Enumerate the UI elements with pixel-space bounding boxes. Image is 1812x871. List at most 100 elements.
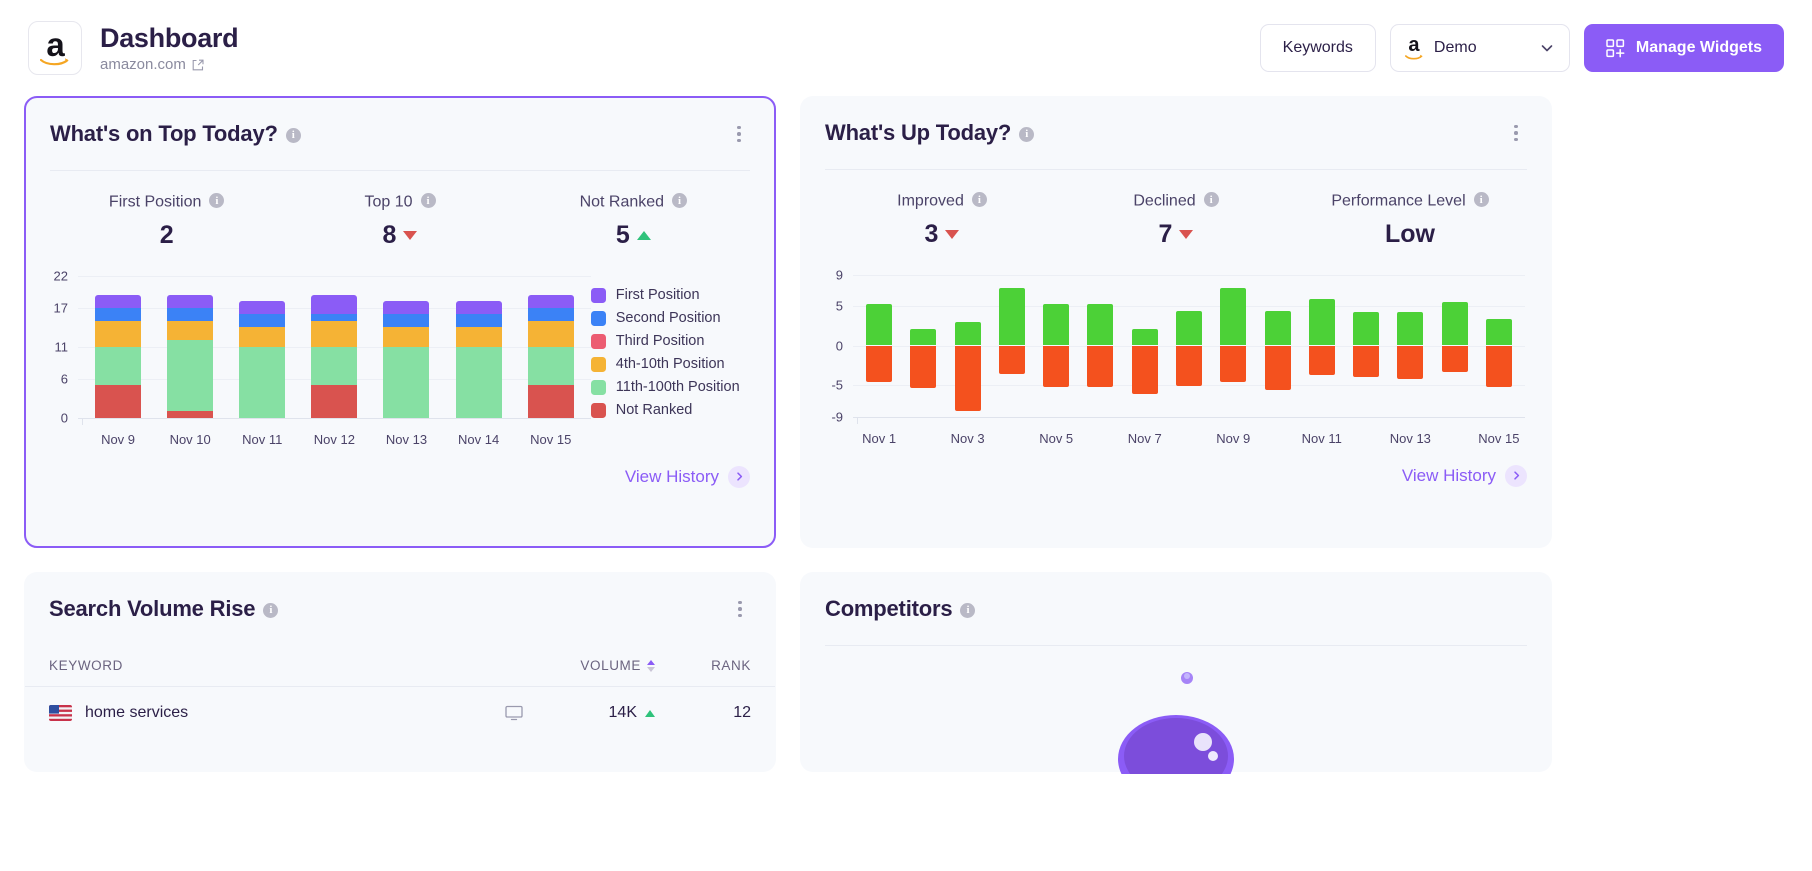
legend-item[interactable]: First Position xyxy=(590,284,756,307)
view-history-button[interactable]: View History xyxy=(1402,464,1527,487)
bar-declined[interactable] xyxy=(910,345,937,389)
bar-segment[interactable] xyxy=(383,314,430,328)
bar-declined[interactable] xyxy=(1397,345,1424,380)
bar-declined[interactable] xyxy=(1308,345,1335,375)
bar-segment[interactable] xyxy=(239,301,286,315)
bar-segment[interactable] xyxy=(239,346,286,418)
info-icon[interactable]: i xyxy=(971,192,987,207)
bar-column[interactable] xyxy=(946,275,990,417)
column-header-rank[interactable]: RANK xyxy=(655,658,751,673)
bar-declined[interactable] xyxy=(1131,345,1158,394)
bar-improved[interactable] xyxy=(1043,303,1070,346)
stacked-bar[interactable] xyxy=(527,294,574,418)
bar-segment[interactable] xyxy=(527,346,574,386)
bar-improved[interactable] xyxy=(1308,298,1335,346)
info-icon[interactable]: i xyxy=(420,193,436,208)
bar-column[interactable] xyxy=(1211,275,1255,417)
bar-segment[interactable] xyxy=(527,385,574,418)
bar-segment[interactable] xyxy=(311,346,358,386)
external-link-icon[interactable] xyxy=(192,59,204,71)
bar-segment[interactable] xyxy=(95,307,142,321)
bar-column[interactable] xyxy=(1477,275,1521,417)
bar-declined[interactable] xyxy=(1485,345,1512,387)
bar-column[interactable] xyxy=(154,276,226,418)
bar-segment[interactable] xyxy=(455,327,502,347)
bar-declined[interactable] xyxy=(1264,345,1291,390)
bar-segment[interactable] xyxy=(95,320,142,347)
bar-declined[interactable] xyxy=(1441,345,1468,373)
bar-segment[interactable] xyxy=(167,340,214,412)
legend-item[interactable]: Second Position xyxy=(590,307,756,330)
bar-column[interactable] xyxy=(1432,275,1476,417)
bar-improved[interactable] xyxy=(1485,318,1512,346)
bar-segment[interactable] xyxy=(95,346,142,386)
bar-declined[interactable] xyxy=(1220,345,1247,382)
bar-segment[interactable] xyxy=(383,327,430,347)
bar-segment[interactable] xyxy=(239,314,286,328)
bar-column[interactable] xyxy=(1300,275,1344,417)
bar-segment[interactable] xyxy=(383,346,430,418)
bar-declined[interactable] xyxy=(1175,345,1202,386)
more-options-icon[interactable] xyxy=(728,123,750,145)
bar-column[interactable] xyxy=(515,276,587,418)
bar-improved[interactable] xyxy=(866,303,893,346)
project-selector[interactable]: a Demo xyxy=(1389,24,1570,72)
widget-competitors[interactable]: Competitors i xyxy=(800,572,1552,774)
more-options-icon[interactable] xyxy=(729,598,751,620)
bar-column[interactable] xyxy=(1078,275,1122,417)
bar-segment[interactable] xyxy=(311,385,358,418)
bar-segment[interactable] xyxy=(167,307,214,321)
bar-column[interactable] xyxy=(1167,275,1211,417)
stacked-bar[interactable] xyxy=(455,301,502,418)
info-icon[interactable]: i xyxy=(1473,192,1489,207)
bar-column[interactable] xyxy=(443,276,515,418)
bar-segment[interactable] xyxy=(95,385,142,418)
bar-segment[interactable] xyxy=(455,346,502,418)
column-header-volume[interactable]: VOLUME xyxy=(505,658,655,673)
bar-declined[interactable] xyxy=(954,345,981,411)
legend-item[interactable]: Not Ranked xyxy=(590,399,756,422)
bar-column[interactable] xyxy=(1388,275,1432,417)
legend-item[interactable]: 4th-10th Position xyxy=(590,353,756,376)
stacked-bar[interactable] xyxy=(311,294,358,418)
chevron-down-icon[interactable] xyxy=(1539,40,1555,56)
bar-column[interactable] xyxy=(901,275,945,417)
info-icon[interactable]: i xyxy=(285,127,301,143)
view-history-button[interactable]: View History xyxy=(625,465,750,488)
info-icon[interactable]: i xyxy=(1019,126,1035,142)
bar-column[interactable] xyxy=(1344,275,1388,417)
info-icon[interactable]: i xyxy=(209,193,225,208)
bar-improved[interactable] xyxy=(1441,302,1468,346)
bar-segment[interactable] xyxy=(167,320,214,341)
bar-column[interactable] xyxy=(1255,275,1299,417)
bar-column[interactable] xyxy=(1034,275,1078,417)
info-icon[interactable]: i xyxy=(1203,192,1219,207)
widget-whats-up[interactable]: What's Up Today? i Improved i 3 Declined… xyxy=(800,96,1552,548)
widget-whats-on-top[interactable]: What's on Top Today? i First Position i 2 … xyxy=(24,96,776,548)
bar-improved[interactable] xyxy=(1131,328,1158,346)
column-header-keyword[interactable]: KEYWORD xyxy=(49,658,505,673)
bar-column[interactable] xyxy=(82,276,154,418)
bar-declined[interactable] xyxy=(998,345,1025,374)
bar-improved[interactable] xyxy=(1087,303,1114,346)
diverging-bar-chart[interactable]: 9 5 0 -5 -9 Nov 1 Nov 3 Nov 5 Nov 7 Nov 9 Nov 11 No… xyxy=(815,267,1525,457)
bar-declined[interactable] xyxy=(1353,345,1380,378)
info-icon[interactable]: i xyxy=(672,193,688,208)
bar-improved[interactable] xyxy=(998,287,1025,346)
bar-improved[interactable] xyxy=(1397,311,1424,346)
manage-widgets-button[interactable]: Manage Widgets xyxy=(1583,24,1784,72)
bar-column[interactable] xyxy=(990,275,1034,417)
bar-segment[interactable] xyxy=(95,294,142,308)
bar-column[interactable] xyxy=(298,276,370,418)
bar-improved[interactable] xyxy=(1220,287,1247,346)
keywords-button[interactable]: Keywords xyxy=(1259,24,1376,72)
bar-segment[interactable] xyxy=(527,307,574,321)
stacked-bar[interactable] xyxy=(239,301,286,418)
bar-segment[interactable] xyxy=(239,327,286,347)
bar-improved[interactable] xyxy=(954,321,981,346)
bar-improved[interactable] xyxy=(1175,310,1202,346)
bar-improved[interactable] xyxy=(1264,310,1291,346)
bar-segment[interactable] xyxy=(455,314,502,328)
bar-segment[interactable] xyxy=(383,301,430,315)
bar-improved[interactable] xyxy=(1353,311,1380,346)
